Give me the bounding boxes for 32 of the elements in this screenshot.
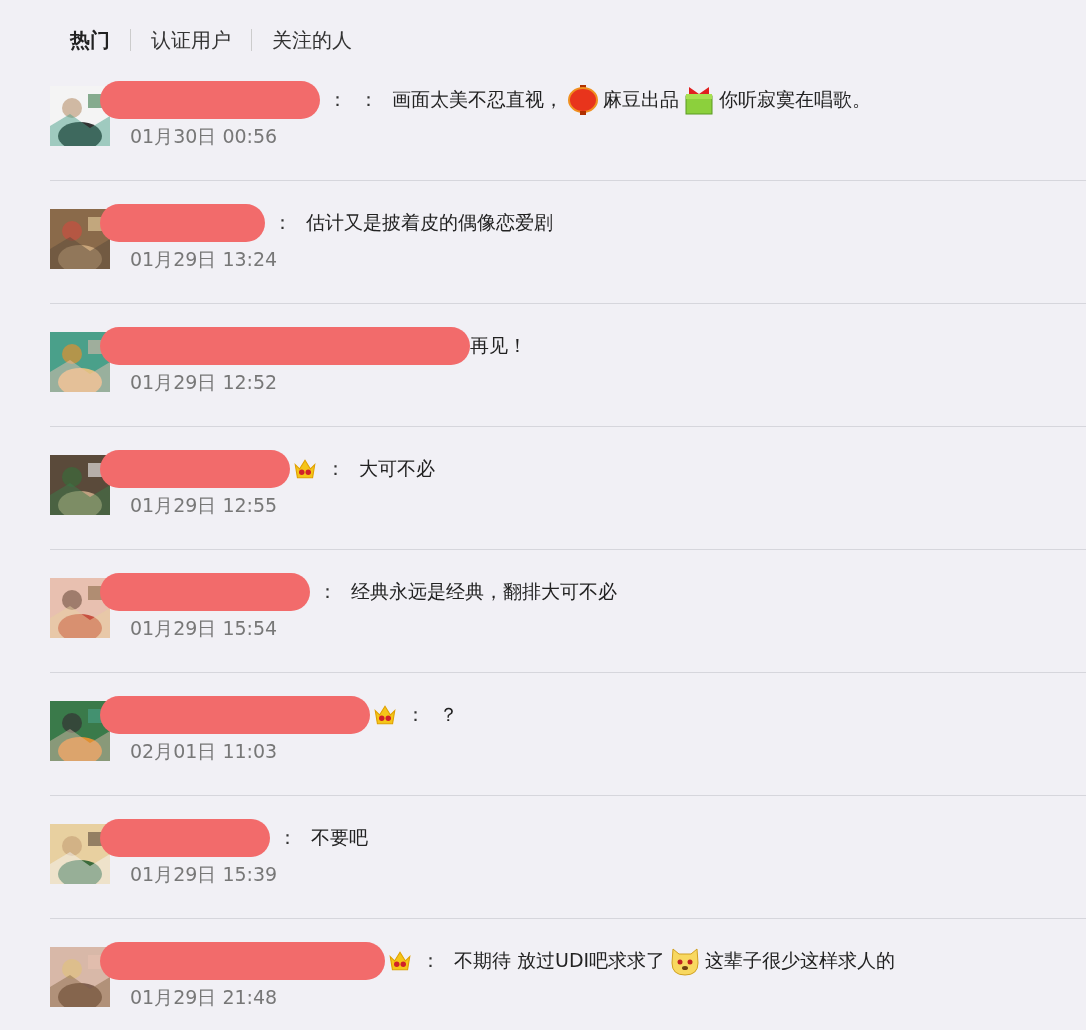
comment-time: 02月01日 11:03 bbox=[130, 739, 279, 764]
comment-text: 你听寂寞在唱歌。 bbox=[719, 87, 872, 112]
comment-text: 画面太美不忍直视， bbox=[392, 87, 564, 112]
comment-text: ？ bbox=[439, 702, 458, 727]
comment-text: 不期待 放过UDI吧求求了 bbox=[454, 948, 666, 973]
comment-time: 01月29日 15:54 bbox=[130, 616, 279, 641]
lantern-icon bbox=[567, 84, 600, 116]
separator: ： bbox=[326, 456, 345, 481]
separator: ： bbox=[406, 702, 425, 727]
comment-text: 再见！ bbox=[470, 333, 527, 358]
separator: ： ： bbox=[328, 87, 379, 112]
comment-text: 经典永远是经典，翻排大可不必 bbox=[351, 579, 617, 604]
gift-icon bbox=[683, 84, 716, 116]
comment-time: 01月30日 00:56 bbox=[130, 124, 279, 149]
tab[interactable]: 热门 bbox=[70, 29, 130, 51]
separator: ： bbox=[318, 579, 337, 604]
separator: ： bbox=[278, 825, 297, 850]
comment-text: 这辈子很少这样求人的 bbox=[705, 948, 896, 973]
comment-time: 01月29日 12:52 bbox=[130, 370, 279, 395]
separator: ： bbox=[273, 210, 292, 235]
tab[interactable]: 关注的人 bbox=[251, 29, 372, 51]
comment-text: 麻豆出品 bbox=[603, 87, 680, 112]
comment-text: 大可不必 bbox=[359, 456, 435, 481]
separator: ： bbox=[421, 948, 440, 973]
comment-time: 01月29日 15:39 bbox=[130, 862, 279, 887]
comment-time: 01月29日 21:48 bbox=[130, 985, 279, 1010]
tab[interactable]: 认证用户 bbox=[130, 29, 251, 51]
comment-text: 估计又是披着皮的偶像恋爱剧 bbox=[306, 210, 553, 235]
comment-time: 01月29日 13:24 bbox=[130, 247, 279, 272]
dog-face-icon bbox=[669, 945, 702, 977]
comment-time: 01月29日 12:55 bbox=[130, 493, 279, 518]
comment-text: 不要吧 bbox=[311, 825, 368, 850]
